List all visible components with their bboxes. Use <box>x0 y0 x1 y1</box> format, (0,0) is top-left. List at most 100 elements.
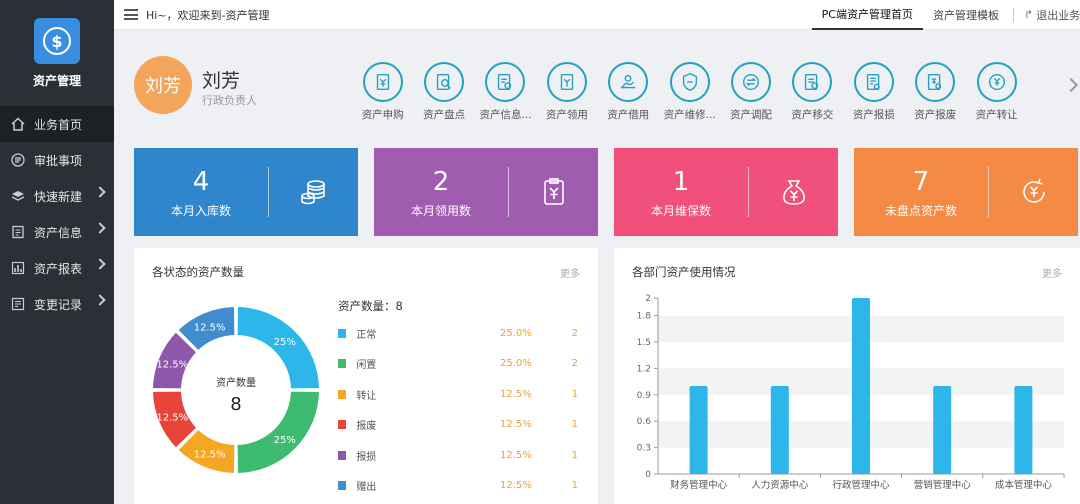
legend-percent: 12.5% <box>500 480 532 491</box>
app-logo[interactable]: $ 资产管理 <box>0 0 114 106</box>
sidebar-item-label: 快速新建 <box>34 189 83 204</box>
sidebar-item-2[interactable]: 快速新建 <box>0 178 114 214</box>
logout-button[interactable]: ↱ 退出业务 <box>1018 7 1080 23</box>
sidebar-item-label: 审批事项 <box>34 153 83 168</box>
donut-slice-label: 25% <box>274 435 296 446</box>
stat-card-0[interactable]: 4 本月入库数 <box>134 148 358 236</box>
sidebar-item-0[interactable]: 业务首页 <box>0 106 114 142</box>
status-more-link[interactable]: 更多 <box>560 265 580 280</box>
chevron-right-icon <box>94 258 106 270</box>
legend-title: 资产数量：8 <box>338 299 403 313</box>
quick-action-0[interactable]: 资产申购 <box>352 62 413 122</box>
stat-value: 4 <box>192 166 210 197</box>
bar[interactable] <box>852 298 870 474</box>
legend-percent: 12.5% <box>500 449 532 461</box>
legend-row[interactable]: 闲置 25.0% 2 <box>338 357 578 371</box>
quick-action-9[interactable]: 资产报废 <box>905 62 966 122</box>
damage-icon <box>853 62 894 102</box>
app-title: 资产管理 <box>32 74 81 88</box>
legend-name: 报损 <box>356 451 377 463</box>
quick-action-label: 资产申购 <box>361 109 404 121</box>
quick-action-1[interactable]: 资产盘点 <box>413 62 474 122</box>
stat-card-3[interactable]: 7 未盘点资产数 <box>854 148 1078 236</box>
sidebar-item-label: 变更记录 <box>34 297 83 312</box>
donut-slice-label: 12.5% <box>194 450 226 461</box>
legend-percent: 12.5% <box>500 388 532 400</box>
x-tick-label: 行政管理中心 <box>832 479 890 491</box>
x-tick-label: 营销管理中心 <box>914 479 972 491</box>
stat-text: 7 未盘点资产数 <box>854 148 988 236</box>
bar[interactable] <box>933 386 952 474</box>
inventory-icon <box>424 62 465 102</box>
legend-count: 2 <box>571 358 578 369</box>
user-role: 行政负责人 <box>202 94 257 107</box>
legend-percent: 25.0% <box>500 358 532 369</box>
sidebar: $ 资产管理 业务首页审批事项快速新建资产信息 资产报表变更记录 <box>0 0 114 504</box>
quick-action-6[interactable]: 资产调配 <box>720 62 781 122</box>
legend-row[interactable]: 报废 12.5% 1 <box>338 418 578 432</box>
donut-slice-label: 12.5% <box>156 412 188 423</box>
stat-value: 1 <box>672 166 690 197</box>
document-icon <box>10 224 26 240</box>
donut-slice-label: 12.5% <box>156 360 188 371</box>
sidebar-item-5[interactable]: 变更记录 <box>0 286 114 322</box>
sidebar-item-label: 业务首页 <box>34 117 83 132</box>
tab-home[interactable]: PC端资产管理首页 <box>811 0 923 30</box>
x-tick-label: 成本管理中心 <box>995 479 1053 491</box>
stat-card-2[interactable]: 1 本月维保数 <box>614 148 838 236</box>
quick-action-label: 资产移交 <box>791 109 834 121</box>
stat-label: 未盘点资产数 <box>884 203 957 218</box>
stat-label: 本月维保数 <box>650 203 711 218</box>
record-icon <box>10 296 26 312</box>
quick-action-label: 资产盘点 <box>423 109 466 121</box>
quick-action-10[interactable]: 资产转让 <box>966 62 1027 122</box>
quick-action-label: 资产维修... <box>663 109 716 121</box>
share-arrow-icon: ↱ <box>1024 8 1034 21</box>
donut-slice-label: 12.5% <box>194 322 226 333</box>
quick-action-label: 资产报损 <box>852 109 895 121</box>
list-icon <box>10 152 26 168</box>
sidebar-item-3[interactable]: 资产信息 <box>0 214 114 250</box>
chevron-right-icon[interactable] <box>1063 77 1079 93</box>
legend-row[interactable]: 转让 12.5% 1 <box>338 387 578 402</box>
quick-action-label: 资产信息... <box>479 109 532 121</box>
stat-card-1[interactable]: 2 本月领用数 <box>374 148 598 236</box>
top-divider <box>1013 7 1014 22</box>
donut-slice-1[interactable] <box>235 389 322 476</box>
bar[interactable] <box>689 386 708 474</box>
legend-name: 转让 <box>356 390 377 402</box>
profile-row: 刘芳 刘芳 行政负责人 资产申购 资产盘点 资产信息... 资产领用 资产借用 资产维修.… <box>114 30 1080 138</box>
bar[interactable] <box>770 386 789 474</box>
tab-template[interactable]: 资产管理模板 <box>923 0 1009 30</box>
stat-label: 本月领用数 <box>410 203 471 218</box>
transfer-icon <box>731 62 772 102</box>
bar[interactable] <box>1014 386 1033 474</box>
donut-slice-label: 25% <box>274 337 296 348</box>
y-tick-label: 2 <box>645 294 651 304</box>
x-tick-label: 财务管理中心 <box>670 479 728 491</box>
avatar[interactable]: 刘芳 <box>134 56 192 114</box>
quick-action-7[interactable]: 资产移交 <box>782 62 843 122</box>
menu-toggle-icon[interactable] <box>124 9 138 20</box>
quick-action-3[interactable]: 资产领用 <box>536 62 597 122</box>
quick-action-8[interactable]: 资产报损 <box>843 62 904 122</box>
handover-icon <box>792 62 833 102</box>
bar-chart-icon <box>10 260 26 276</box>
legend-swatch <box>338 359 347 368</box>
legend-name: 报废 <box>356 421 377 432</box>
stat-value: 7 <box>912 166 930 197</box>
legend-row[interactable]: 赠出 12.5% 1 <box>338 479 578 493</box>
quick-action-4[interactable]: 资产借用 <box>598 62 659 122</box>
legend-count: 1 <box>571 449 578 461</box>
quick-action-2[interactable]: 资产信息... <box>475 62 536 122</box>
legend-row[interactable]: 正常 25.0% 2 <box>338 326 578 341</box>
quick-action-5[interactable]: 资产维修... <box>659 62 720 122</box>
sidebar-item-4[interactable]: 资产报表 <box>0 250 114 286</box>
stat-text: 1 本月维保数 <box>614 148 748 236</box>
y-tick-label: 0.3 <box>637 444 651 454</box>
sidebar-item-1[interactable]: 审批事项 <box>0 142 114 178</box>
legend-row[interactable]: 报损 12.5% 1 <box>338 448 578 463</box>
coin-stack-icon <box>269 148 358 236</box>
user-name: 刘芳 <box>202 70 241 92</box>
chevron-right-icon <box>94 294 106 306</box>
